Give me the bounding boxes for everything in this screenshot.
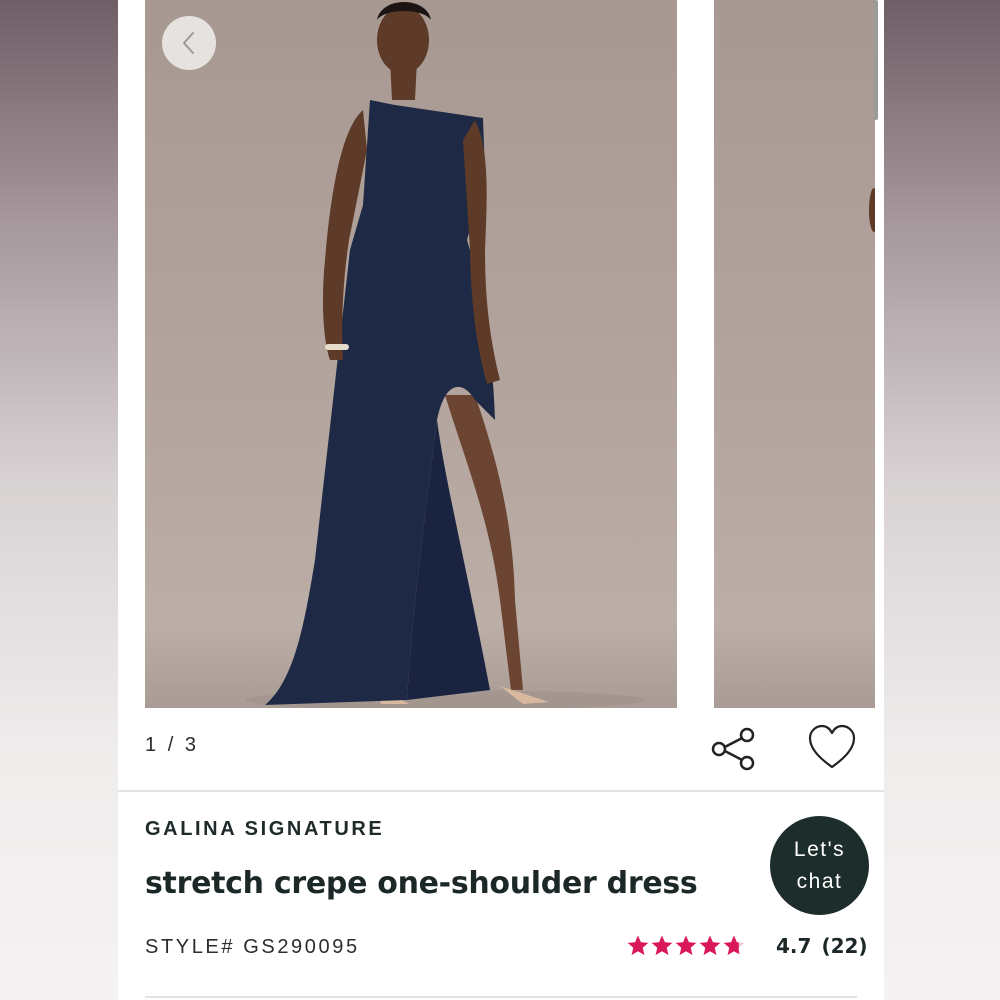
- star-icon: [723, 935, 745, 955]
- product-page: 1 / 3 GALINA SIGNATURE stretch crepe one…: [118, 0, 884, 1000]
- background-blur-left: [0, 0, 118, 1000]
- rating-stars: [626, 934, 746, 958]
- image-gallery[interactable]: [118, 0, 884, 708]
- review-count[interactable]: (22): [821, 934, 867, 958]
- scrollbar[interactable]: [874, 0, 878, 120]
- gallery-image-next[interactable]: [714, 0, 875, 708]
- gallery-pager: 1 / 3: [145, 734, 199, 757]
- product-rating[interactable]: 4.7 (22): [626, 934, 868, 958]
- share-icon: [711, 727, 755, 771]
- star-icon: [699, 935, 721, 955]
- divider: [118, 790, 884, 792]
- pager-separator: /: [167, 734, 177, 756]
- star-icon: [651, 935, 673, 955]
- chat-label-line1: Let's: [793, 837, 846, 861]
- rating-value: 4.7: [776, 934, 812, 958]
- pager-total: 3: [184, 734, 199, 756]
- divider-bottom: [145, 996, 857, 998]
- heart-icon: [808, 724, 856, 769]
- gallery-image-main[interactable]: [145, 0, 677, 708]
- chevron-left-icon: [183, 32, 194, 54]
- product-title: stretch crepe one-shoulder dress: [145, 866, 698, 901]
- star-icon: [627, 935, 649, 955]
- back-button[interactable]: [162, 16, 216, 70]
- pager-current: 1: [145, 734, 160, 756]
- background-blur-right: [884, 0, 1000, 1000]
- style-number: STYLE# GS290095: [145, 936, 360, 958]
- model-photo-partial: [869, 188, 875, 232]
- star-icon: [675, 935, 697, 955]
- chat-label-line2: chat: [796, 869, 843, 893]
- brand-name[interactable]: GALINA SIGNATURE: [145, 818, 384, 841]
- lets-chat-button[interactable]: Let's chat: [770, 816, 869, 915]
- model-photo: [245, 2, 645, 708]
- share-button[interactable]: [708, 724, 758, 774]
- favorite-button[interactable]: [806, 722, 858, 774]
